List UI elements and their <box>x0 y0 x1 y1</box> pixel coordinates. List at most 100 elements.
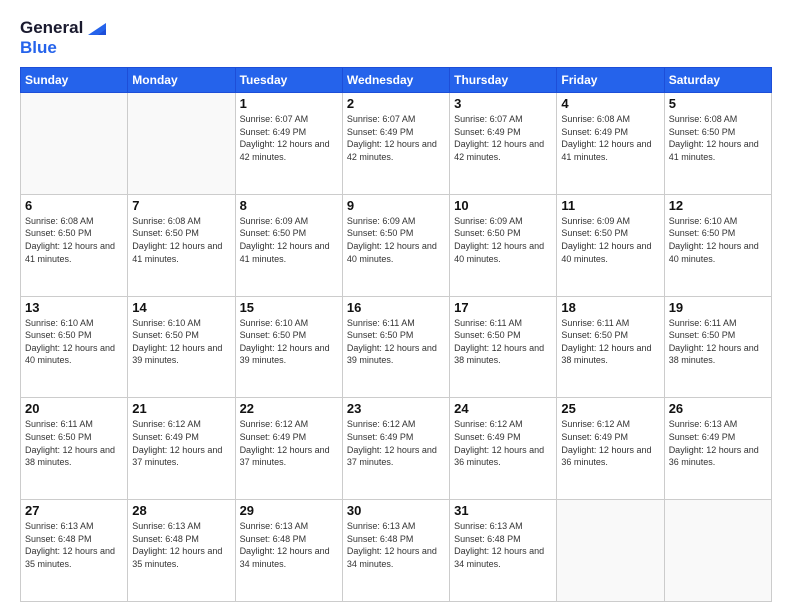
weekday-header: Monday <box>128 68 235 93</box>
day-number: 11 <box>561 198 659 213</box>
calendar-table: SundayMondayTuesdayWednesdayThursdayFrid… <box>20 67 772 602</box>
calendar-cell: 22 Sunrise: 6:12 AM Sunset: 6:49 PM Dayli… <box>235 398 342 500</box>
day-info: Sunrise: 6:11 AM Sunset: 6:50 PM Dayligh… <box>347 317 445 367</box>
day-info: Sunrise: 6:09 AM Sunset: 6:50 PM Dayligh… <box>561 215 659 265</box>
header: General Blue <box>20 18 772 57</box>
calendar-cell: 9 Sunrise: 6:09 AM Sunset: 6:50 PM Daylig… <box>342 194 449 296</box>
weekday-header: Wednesday <box>342 68 449 93</box>
day-info: Sunrise: 6:11 AM Sunset: 6:50 PM Dayligh… <box>454 317 552 367</box>
day-number: 30 <box>347 503 445 518</box>
weekday-header: Saturday <box>664 68 771 93</box>
day-number: 25 <box>561 401 659 416</box>
calendar-cell: 4 Sunrise: 6:08 AM Sunset: 6:49 PM Daylig… <box>557 93 664 195</box>
day-info: Sunrise: 6:08 AM Sunset: 6:49 PM Dayligh… <box>561 113 659 163</box>
logo: General Blue <box>20 18 106 57</box>
calendar-cell: 21 Sunrise: 6:12 AM Sunset: 6:49 PM Dayli… <box>128 398 235 500</box>
day-number: 29 <box>240 503 338 518</box>
day-info: Sunrise: 6:10 AM Sunset: 6:50 PM Dayligh… <box>240 317 338 367</box>
calendar-cell: 8 Sunrise: 6:09 AM Sunset: 6:50 PM Daylig… <box>235 194 342 296</box>
calendar-cell: 2 Sunrise: 6:07 AM Sunset: 6:49 PM Daylig… <box>342 93 449 195</box>
day-info: Sunrise: 6:11 AM Sunset: 6:50 PM Dayligh… <box>561 317 659 367</box>
calendar-cell: 19Sunrise: 6:11 AM Sunset: 6:50 PM Dayli… <box>664 296 771 398</box>
day-number: 17 <box>454 300 552 315</box>
calendar-cell: 17 Sunrise: 6:11 AM Sunset: 6:50 PM Dayli… <box>450 296 557 398</box>
day-number: 7 <box>132 198 230 213</box>
day-info: Sunrise: 6:07 AM Sunset: 6:49 PM Dayligh… <box>240 113 338 163</box>
day-number: 28 <box>132 503 230 518</box>
calendar-cell: 3 Sunrise: 6:07 AM Sunset: 6:49 PM Daylig… <box>450 93 557 195</box>
calendar-cell: 26 Sunrise: 6:13 AM Sunset: 6:49 PM Dayli… <box>664 398 771 500</box>
day-number: 24 <box>454 401 552 416</box>
calendar-cell: 10Sunrise: 6:09 AM Sunset: 6:50 PM Dayli… <box>450 194 557 296</box>
day-number: 22 <box>240 401 338 416</box>
day-info: Sunrise: 6:07 AM Sunset: 6:49 PM Dayligh… <box>454 113 552 163</box>
day-info: Sunrise: 6:12 AM Sunset: 6:49 PM Dayligh… <box>240 418 338 468</box>
day-info: Sunrise: 6:09 AM Sunset: 6:50 PM Dayligh… <box>347 215 445 265</box>
day-number: 1 <box>240 96 338 111</box>
calendar-cell: 29 Sunrise: 6:13 AM Sunset: 6:48 PM Dayli… <box>235 500 342 602</box>
day-number: 31 <box>454 503 552 518</box>
day-info: Sunrise: 6:13 AM Sunset: 6:49 PM Dayligh… <box>669 418 767 468</box>
calendar-cell: 24 Sunrise: 6:12 AM Sunset: 6:49 PM Dayli… <box>450 398 557 500</box>
day-number: 21 <box>132 401 230 416</box>
calendar-cell <box>21 93 128 195</box>
day-info: Sunrise: 6:11 AM Sunset: 6:50 PM Dayligh… <box>25 418 123 468</box>
day-number: 10 <box>454 198 552 213</box>
day-info: Sunrise: 6:10 AM Sunset: 6:50 PM Dayligh… <box>25 317 123 367</box>
day-info: Sunrise: 6:12 AM Sunset: 6:49 PM Dayligh… <box>347 418 445 468</box>
weekday-header-row: SundayMondayTuesdayWednesdayThursdayFrid… <box>21 68 772 93</box>
calendar-cell: 12Sunrise: 6:10 AM Sunset: 6:50 PM Dayli… <box>664 194 771 296</box>
day-number: 4 <box>561 96 659 111</box>
calendar-cell: 27Sunrise: 6:13 AM Sunset: 6:48 PM Dayli… <box>21 500 128 602</box>
calendar-cell: 20Sunrise: 6:11 AM Sunset: 6:50 PM Dayli… <box>21 398 128 500</box>
week-row: 6 Sunrise: 6:08 AM Sunset: 6:50 PM Daylig… <box>21 194 772 296</box>
calendar-cell <box>128 93 235 195</box>
calendar-cell: 31Sunrise: 6:13 AM Sunset: 6:48 PM Dayli… <box>450 500 557 602</box>
day-number: 2 <box>347 96 445 111</box>
weekday-header: Tuesday <box>235 68 342 93</box>
week-row: 27Sunrise: 6:13 AM Sunset: 6:48 PM Dayli… <box>21 500 772 602</box>
calendar-cell: 25Sunrise: 6:12 AM Sunset: 6:49 PM Dayli… <box>557 398 664 500</box>
day-number: 16 <box>347 300 445 315</box>
day-info: Sunrise: 6:12 AM Sunset: 6:49 PM Dayligh… <box>132 418 230 468</box>
calendar-cell: 14 Sunrise: 6:10 AM Sunset: 6:50 PM Dayli… <box>128 296 235 398</box>
week-row: 13 Sunrise: 6:10 AM Sunset: 6:50 PM Dayli… <box>21 296 772 398</box>
day-number: 15 <box>240 300 338 315</box>
day-number: 5 <box>669 96 767 111</box>
calendar-cell: 23Sunrise: 6:12 AM Sunset: 6:49 PM Dayli… <box>342 398 449 500</box>
day-info: Sunrise: 6:07 AM Sunset: 6:49 PM Dayligh… <box>347 113 445 163</box>
calendar-cell: 15 Sunrise: 6:10 AM Sunset: 6:50 PM Dayli… <box>235 296 342 398</box>
calendar-cell <box>557 500 664 602</box>
weekday-header: Thursday <box>450 68 557 93</box>
calendar-cell: 7Sunrise: 6:08 AM Sunset: 6:50 PM Daylig… <box>128 194 235 296</box>
day-info: Sunrise: 6:10 AM Sunset: 6:50 PM Dayligh… <box>132 317 230 367</box>
page: General Blue SundayMondayTuesdayWednesda… <box>0 0 792 612</box>
day-info: Sunrise: 6:13 AM Sunset: 6:48 PM Dayligh… <box>25 520 123 570</box>
day-number: 8 <box>240 198 338 213</box>
calendar-cell <box>664 500 771 602</box>
calendar-cell: 16 Sunrise: 6:11 AM Sunset: 6:50 PM Dayli… <box>342 296 449 398</box>
calendar-cell: 28 Sunrise: 6:13 AM Sunset: 6:48 PM Dayli… <box>128 500 235 602</box>
day-number: 12 <box>669 198 767 213</box>
day-info: Sunrise: 6:12 AM Sunset: 6:49 PM Dayligh… <box>454 418 552 468</box>
day-number: 3 <box>454 96 552 111</box>
day-info: Sunrise: 6:11 AM Sunset: 6:50 PM Dayligh… <box>669 317 767 367</box>
day-info: Sunrise: 6:13 AM Sunset: 6:48 PM Dayligh… <box>347 520 445 570</box>
day-info: Sunrise: 6:08 AM Sunset: 6:50 PM Dayligh… <box>669 113 767 163</box>
day-number: 13 <box>25 300 123 315</box>
day-info: Sunrise: 6:08 AM Sunset: 6:50 PM Dayligh… <box>25 215 123 265</box>
day-number: 26 <box>669 401 767 416</box>
calendar-cell: 30 Sunrise: 6:13 AM Sunset: 6:48 PM Dayli… <box>342 500 449 602</box>
weekday-header: Sunday <box>21 68 128 93</box>
day-info: Sunrise: 6:13 AM Sunset: 6:48 PM Dayligh… <box>132 520 230 570</box>
calendar-cell: 5 Sunrise: 6:08 AM Sunset: 6:50 PM Daylig… <box>664 93 771 195</box>
calendar-cell: 1 Sunrise: 6:07 AM Sunset: 6:49 PM Daylig… <box>235 93 342 195</box>
day-info: Sunrise: 6:09 AM Sunset: 6:50 PM Dayligh… <box>240 215 338 265</box>
day-info: Sunrise: 6:13 AM Sunset: 6:48 PM Dayligh… <box>240 520 338 570</box>
calendar-cell: 11 Sunrise: 6:09 AM Sunset: 6:50 PM Dayli… <box>557 194 664 296</box>
day-number: 14 <box>132 300 230 315</box>
calendar-cell: 13 Sunrise: 6:10 AM Sunset: 6:50 PM Dayli… <box>21 296 128 398</box>
day-number: 9 <box>347 198 445 213</box>
weekday-header: Friday <box>557 68 664 93</box>
day-number: 6 <box>25 198 123 213</box>
